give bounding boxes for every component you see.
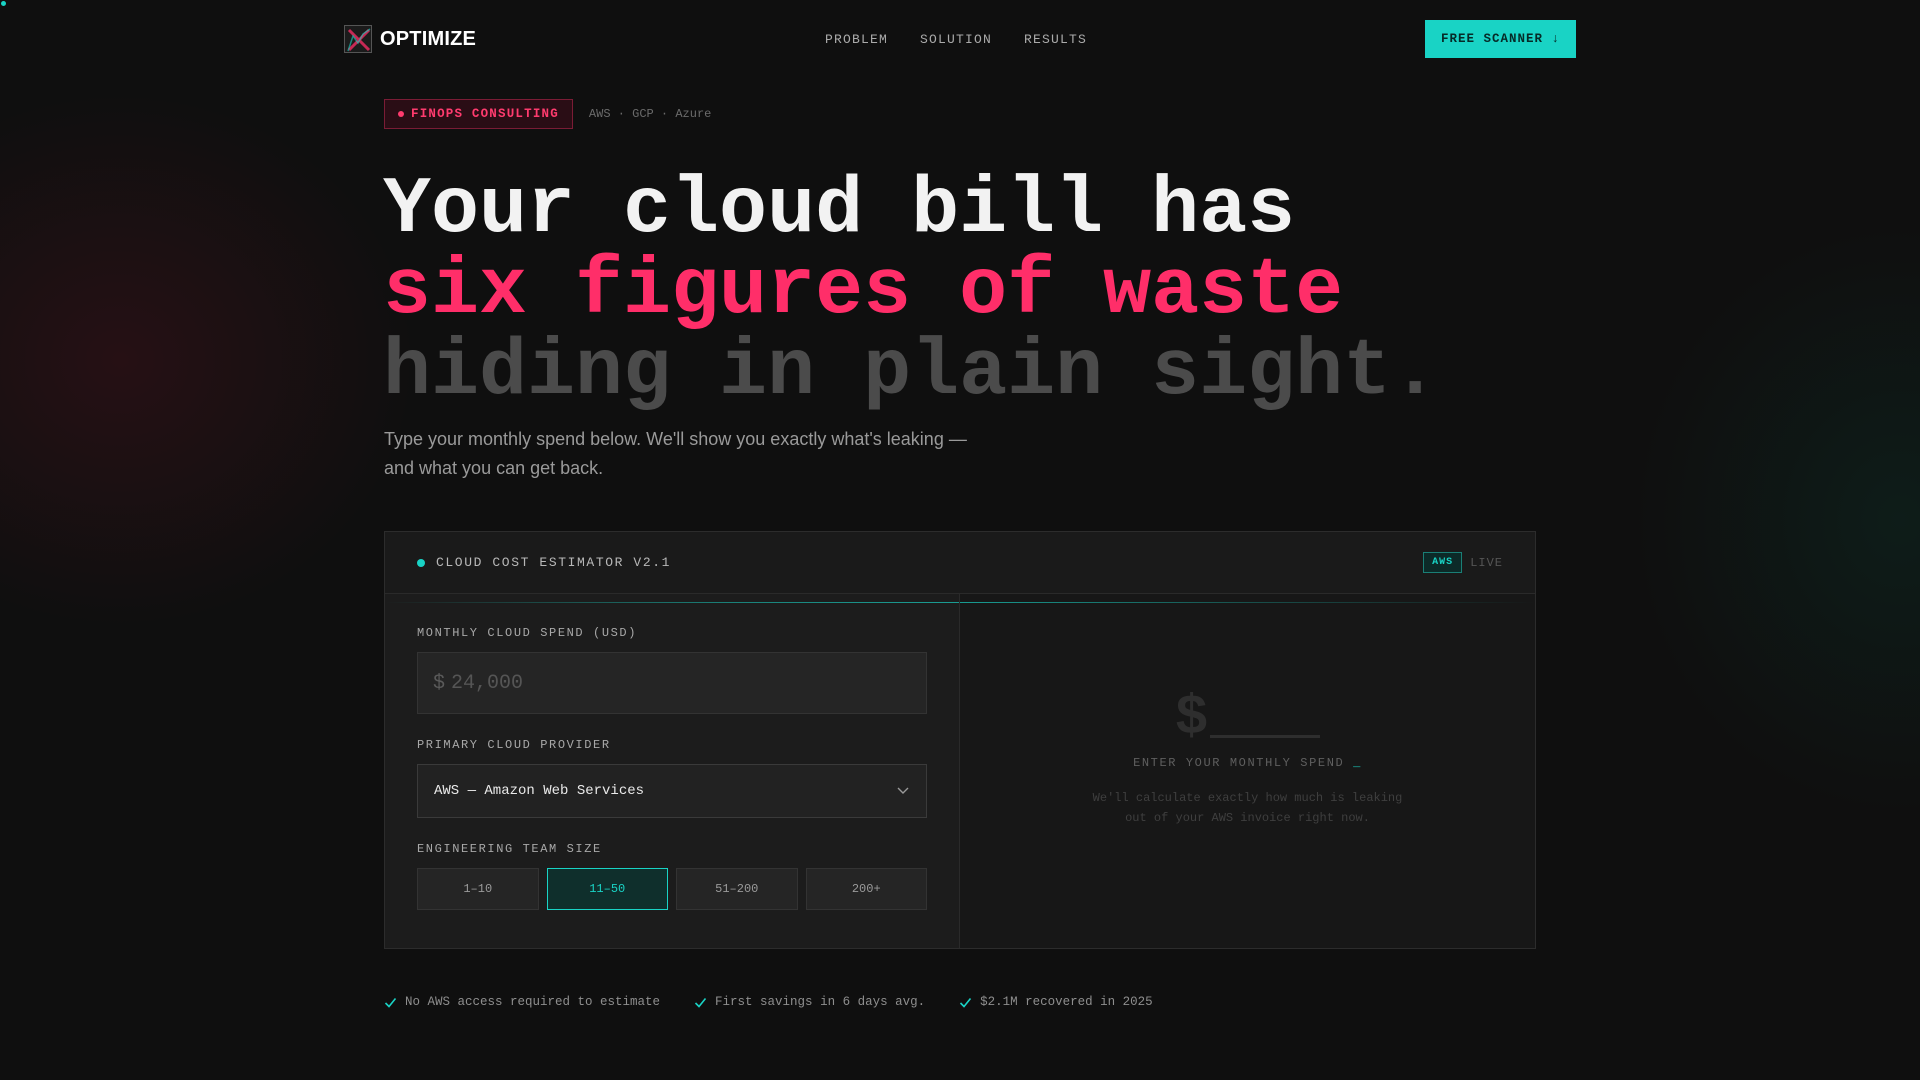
nav-link-problem[interactable]: PROBLEM (825, 32, 888, 47)
estimator-form: MONTHLY CLOUD SPEND (USD) $ PRIMARY CLOU… (385, 594, 960, 948)
estimator-header: CLOUD COST ESTIMATOR V2.1 AWS LIVE (385, 532, 1535, 594)
result-placeholder: $ (1175, 690, 1321, 746)
chevron-down-icon (896, 783, 910, 802)
trust-indicators: No AWS access required to estimate First… (384, 995, 1153, 1009)
provider-selected-value: AWS — Amazon Web Services (434, 783, 645, 799)
logo-icon (344, 25, 372, 53)
cursor-caret: _ (1353, 756, 1362, 770)
live-status: LIVE (1470, 555, 1503, 570)
hero-headline: Your cloud bill has six figures of waste… (383, 170, 1439, 413)
nav-link-results[interactable]: RESULTS (1024, 32, 1087, 47)
spend-input[interactable] (451, 671, 911, 695)
currency-symbol: $ (433, 671, 446, 695)
result-empty-state: $ ENTER YOUR MONTHLY SPEND _ We'll calcu… (960, 690, 1535, 828)
estimator-title: CLOUD COST ESTIMATOR V2.1 (436, 555, 672, 570)
estimator-result-panel: $ ENTER YOUR MONTHLY SPEND _ We'll calcu… (960, 594, 1535, 948)
estimator-tags: AWS LIVE (1423, 552, 1503, 573)
team-size-label: ENGINEERING TEAM SIZE (417, 842, 602, 856)
nav-link-solution[interactable]: SOLUTION (920, 32, 992, 47)
badge-label: FINOPS CONSULTING (411, 107, 559, 121)
team-size-option-1-10[interactable]: 1–10 (417, 868, 539, 910)
trust-item: First savings in 6 days avg. (694, 995, 925, 1009)
check-icon (960, 997, 972, 1008)
nav-links: PROBLEM SOLUTION RESULTS (825, 32, 1087, 47)
headline-line-2: six figures of waste (383, 246, 1344, 337)
status-dot-icon (417, 558, 425, 567)
brand-name: OPTIMIZE (380, 27, 477, 50)
provider-select[interactable]: AWS — Amazon Web Services (417, 764, 927, 818)
badge-dot-icon (398, 111, 404, 117)
check-icon (694, 997, 707, 1008)
free-scanner-button[interactable]: FREE SCANNER ↓ (1425, 20, 1576, 58)
trust-item-text: No AWS access required to estimate (405, 995, 661, 1009)
provider-label: PRIMARY CLOUD PROVIDER (417, 738, 611, 752)
result-dollar-symbol: $ (1174, 686, 1209, 750)
hero-subtitle: Type your monthly spend below. We'll sho… (384, 429, 967, 478)
cost-estimator-card: CLOUD COST ESTIMATOR V2.1 AWS LIVE MONTH… (384, 531, 1536, 949)
brand-logo[interactable]: OPTIMIZE (344, 25, 476, 53)
team-size-option-200-plus[interactable]: 200+ (805, 868, 927, 910)
team-size-option-51-200[interactable]: 51–200 (676, 868, 798, 910)
headline-line-1: Your cloud bill has (383, 165, 1296, 256)
team-size-option-11-50[interactable]: 11–50 (546, 868, 668, 910)
spend-field[interactable]: $ (417, 652, 927, 714)
hero-badge-row: FINOPS CONSULTING AWS · GCP · Azure (384, 99, 711, 129)
result-prompt: ENTER YOUR MONTHLY SPEND _ (960, 756, 1535, 770)
estimator-body: MONTHLY CLOUD SPEND (USD) $ PRIMARY CLOU… (385, 594, 1535, 948)
spend-label: MONTHLY CLOUD SPEND (USD) (417, 626, 638, 640)
providers-list: AWS · GCP · Azure (588, 107, 712, 121)
trust-item-text: First savings in 6 days avg. (715, 995, 926, 1009)
finops-badge: FINOPS CONSULTING (384, 99, 573, 129)
trust-item-text: $2.1M recovered in 2025 (980, 995, 1153, 1009)
trust-item: $2.1M recovered in 2025 (959, 995, 1153, 1009)
headline-line-3: hiding in plain sight. (383, 327, 1440, 418)
trust-item: No AWS access required to estimate (384, 995, 660, 1009)
top-nav: OPTIMIZE PROBLEM SOLUTION RESULTS FREE S… (344, 20, 1576, 58)
result-prompt-text: ENTER YOUR MONTHLY SPEND (1133, 756, 1345, 770)
result-underline (1210, 735, 1321, 738)
team-size-selector: 1–10 11–50 51–200 200+ (417, 868, 927, 910)
aws-tag: AWS (1423, 552, 1463, 573)
result-description: We'll calculate exactly how much is leak… (1092, 791, 1403, 825)
check-icon (384, 997, 397, 1008)
corner-dot (1, 1, 6, 6)
